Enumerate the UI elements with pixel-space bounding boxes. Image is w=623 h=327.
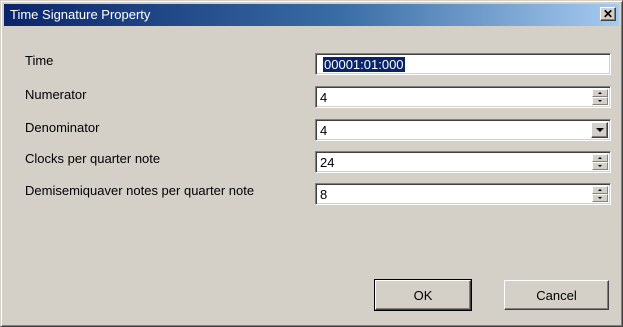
ok-button[interactable]: OK [374,279,472,311]
window-title: Time Signature Property [10,7,151,22]
clocks-value: 24 [320,155,335,170]
demisemiquaver-label: Demisemiquaver notes per quarter note [25,183,255,198]
numerator-value: 4 [320,90,328,105]
time-signature-dialog: Time Signature Property ✕ Time 00001:01:… [0,0,623,327]
time-label: Time [25,53,54,68]
title-bar[interactable]: Time Signature Property ✕ [4,4,619,26]
demisemiquaver-value: 8 [320,187,328,202]
time-input[interactable]: 00001:01:000 [315,53,611,75]
numerator-down-arrow-icon[interactable] [592,97,608,105]
clocks-up-arrow-icon[interactable] [592,154,608,162]
denominator-select[interactable]: 4 [315,119,611,141]
denominator-label: Denominator [25,120,100,135]
close-button[interactable]: ✕ [600,7,616,21]
numerator-spinner [592,89,608,105]
denominator-value: 4 [320,123,328,138]
numerator-stepper[interactable]: 4 [315,86,611,108]
cancel-button[interactable]: Cancel [504,280,609,310]
demisemiquaver-stepper[interactable]: 8 [315,183,611,205]
clocks-down-arrow-icon[interactable] [592,162,608,170]
time-value: 00001:01:000 [323,57,405,72]
close-icon: ✕ [602,7,614,21]
numerator-label: Numerator [25,87,87,102]
numerator-up-arrow-icon[interactable] [592,89,608,97]
demisemiquaver-down-arrow-icon[interactable] [592,194,608,202]
clocks-spinner [592,154,608,170]
demisemiquaver-spinner [592,186,608,202]
clocks-stepper[interactable]: 24 [315,151,611,173]
chevron-down-icon[interactable] [591,122,608,138]
clocks-label: Clocks per quarter note [25,151,161,166]
demisemiquaver-up-arrow-icon[interactable] [592,186,608,194]
